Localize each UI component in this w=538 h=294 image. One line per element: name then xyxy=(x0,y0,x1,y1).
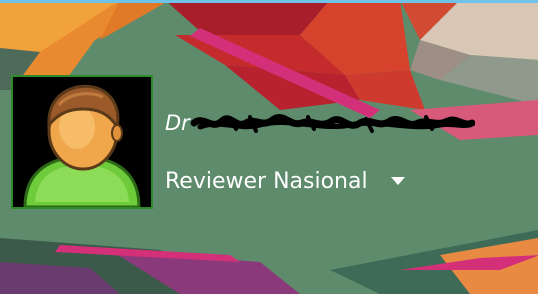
role-dropdown[interactable]: Reviewer Nasional xyxy=(165,164,406,198)
triangle-down-icon[interactable] xyxy=(390,176,406,186)
user-name-prefix: Dr xyxy=(165,111,190,135)
user-name: Dr xyxy=(165,108,475,138)
user-avatar-icon xyxy=(11,75,153,209)
window-top-strip xyxy=(0,0,538,3)
role-label: Reviewer Nasional xyxy=(165,168,368,194)
redaction-scribble xyxy=(190,114,475,133)
